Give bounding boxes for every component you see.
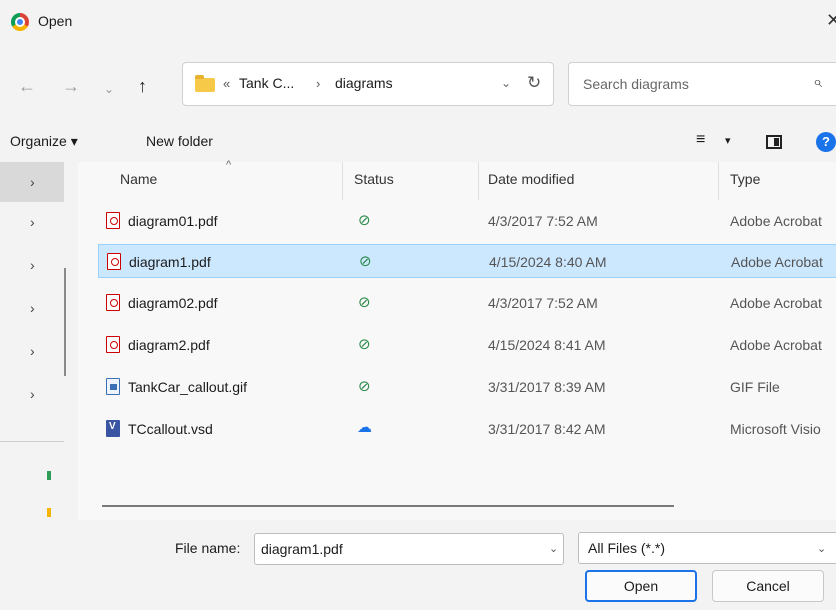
file-date: 3/31/2017 8:42 AM: [488, 421, 606, 437]
file-name: TCcallout.vsd: [128, 421, 213, 437]
file-type: Microsoft Visio: [730, 421, 821, 437]
search-placeholder: Search diagrams: [583, 76, 689, 92]
expand-icon[interactable]: ›: [30, 174, 35, 190]
column-divider[interactable]: [342, 162, 343, 200]
file-type: Adobe Acrobat: [730, 295, 822, 311]
dialog-footer: File name: diagram1.pdf ⌄ All Files (*.*…: [0, 520, 836, 610]
vsd-icon: [106, 420, 120, 437]
window-title: Open: [38, 13, 73, 29]
close-icon[interactable]: ✕: [826, 10, 836, 31]
navigation-bar: ← → ⌄ ↑ « Tank C... › diagrams ⌄ ↻ Searc…: [0, 46, 836, 122]
file-row[interactable]: TankCar_callout.gif ⊘ 3/31/2017 8:39 AM …: [98, 370, 836, 404]
file-name: diagram02.pdf: [128, 295, 218, 311]
search-icon[interactable]: ⌕: [813, 74, 822, 92]
file-date: 3/31/2017 8:39 AM: [488, 379, 606, 395]
pdf-icon: [106, 212, 120, 229]
chrome-icon: [11, 13, 29, 31]
file-row[interactable]: diagram2.pdf ⊘ 4/15/2024 8:41 AM Adobe A…: [98, 328, 836, 362]
file-name: diagram1.pdf: [129, 254, 211, 270]
pdf-icon: [106, 336, 120, 353]
forward-arrow-icon[interactable]: →: [62, 76, 80, 96]
synced-status-icon: ⊘: [358, 378, 371, 395]
column-divider[interactable]: [478, 162, 479, 200]
file-name-label: File name:: [175, 540, 241, 556]
file-row[interactable]: diagram02.pdf ⊘ 4/3/2017 7:52 AM Adobe A…: [98, 286, 836, 320]
back-arrow-icon[interactable]: ←: [18, 76, 36, 96]
file-list: ^ Name Status Date modified Type diagram…: [78, 159, 836, 520]
new-folder-button[interactable]: New folder: [146, 133, 213, 149]
file-date: 4/15/2024 8:41 AM: [488, 337, 606, 353]
breadcrumb-tank-car[interactable]: Tank C...: [239, 75, 294, 91]
file-type: Adobe Acrobat: [730, 213, 822, 229]
view-options-dropdown-icon[interactable]: ▾: [725, 134, 731, 147]
column-header-status[interactable]: Status: [354, 171, 394, 187]
file-type: GIF File: [730, 379, 780, 395]
file-row-selected[interactable]: diagram1.pdf ⊘ 4/15/2024 8:40 AM Adobe A…: [98, 244, 836, 278]
file-row[interactable]: TCcallout.vsd ☁ 3/31/2017 8:42 AM Micros…: [98, 412, 836, 446]
synced-status-icon: ⊘: [358, 294, 371, 311]
expand-icon[interactable]: ›: [30, 257, 35, 273]
filter-dropdown-icon[interactable]: ⌄: [817, 542, 826, 555]
view-options-icon[interactable]: ≡: [696, 131, 705, 149]
file-name-input[interactable]: diagram1.pdf: [254, 533, 564, 565]
column-divider[interactable]: [718, 162, 719, 200]
pdf-icon: [107, 253, 121, 270]
horizontal-scrollbar[interactable]: [102, 505, 674, 507]
sort-ascending-icon: ^: [226, 159, 232, 171]
expand-icon[interactable]: ›: [30, 386, 35, 402]
file-name-dropdown-icon[interactable]: ⌄: [549, 542, 558, 555]
file-name: diagram2.pdf: [128, 337, 210, 353]
breadcrumb-diagrams[interactable]: diagrams: [335, 75, 393, 91]
file-date: 4/3/2017 7:52 AM: [488, 213, 598, 229]
synced-status-icon: ⊘: [358, 212, 371, 229]
cancel-button[interactable]: Cancel: [712, 570, 824, 602]
folder-icon: [195, 75, 215, 92]
expand-icon[interactable]: ›: [30, 214, 35, 230]
file-type: Adobe Acrobat: [731, 254, 823, 270]
yellow-marker-icon: [47, 508, 51, 517]
file-name: diagram01.pdf: [128, 213, 218, 229]
green-marker-icon: [47, 471, 51, 480]
address-dropdown-icon[interactable]: ⌄: [501, 76, 511, 90]
synced-status-icon: ⊘: [358, 336, 371, 353]
preview-pane-icon[interactable]: [766, 135, 782, 149]
breadcrumb-separator-icon[interactable]: ›: [316, 76, 320, 91]
divider: [0, 441, 64, 442]
recent-locations-icon[interactable]: ⌄: [104, 79, 114, 99]
gif-icon: [106, 378, 120, 395]
expand-icon[interactable]: ›: [30, 343, 35, 359]
file-type: Adobe Acrobat: [730, 337, 822, 353]
column-header-date[interactable]: Date modified: [488, 171, 574, 187]
breadcrumb-overflow-icon[interactable]: «: [223, 76, 230, 91]
title-bar: Open ✕: [0, 0, 836, 46]
file-date: 4/3/2017 7:52 AM: [488, 295, 598, 311]
synced-status-icon: ⊘: [359, 253, 372, 270]
pdf-icon: [106, 294, 120, 311]
address-bar[interactable]: « Tank C... › diagrams ⌄ ↻: [182, 62, 554, 106]
file-row[interactable]: diagram01.pdf ⊘ 4/3/2017 7:52 AM Adobe A…: [98, 204, 836, 238]
help-icon[interactable]: ?: [816, 132, 836, 152]
file-type-filter[interactable]: All Files (*.*): [578, 532, 836, 564]
column-header-type[interactable]: Type: [730, 171, 760, 187]
cloud-status-icon: ☁: [357, 419, 372, 436]
refresh-icon[interactable]: ↻: [527, 73, 541, 93]
file-date: 4/15/2024 8:40 AM: [489, 254, 607, 270]
column-header-name[interactable]: Name: [120, 171, 157, 187]
up-arrow-icon[interactable]: ↑: [138, 76, 147, 96]
search-input[interactable]: Search diagrams ⌕: [568, 62, 836, 106]
navigation-pane: › › › › › ›: [0, 162, 78, 520]
file-name: TankCar_callout.gif: [128, 379, 248, 395]
expand-icon[interactable]: ›: [30, 300, 35, 316]
navpane-scrollbar[interactable]: [64, 268, 66, 376]
command-bar: Organize ▾ New folder ≡ ▾ ?: [0, 122, 836, 162]
organize-button[interactable]: Organize ▾: [10, 133, 78, 150]
open-button[interactable]: Open: [585, 570, 697, 602]
